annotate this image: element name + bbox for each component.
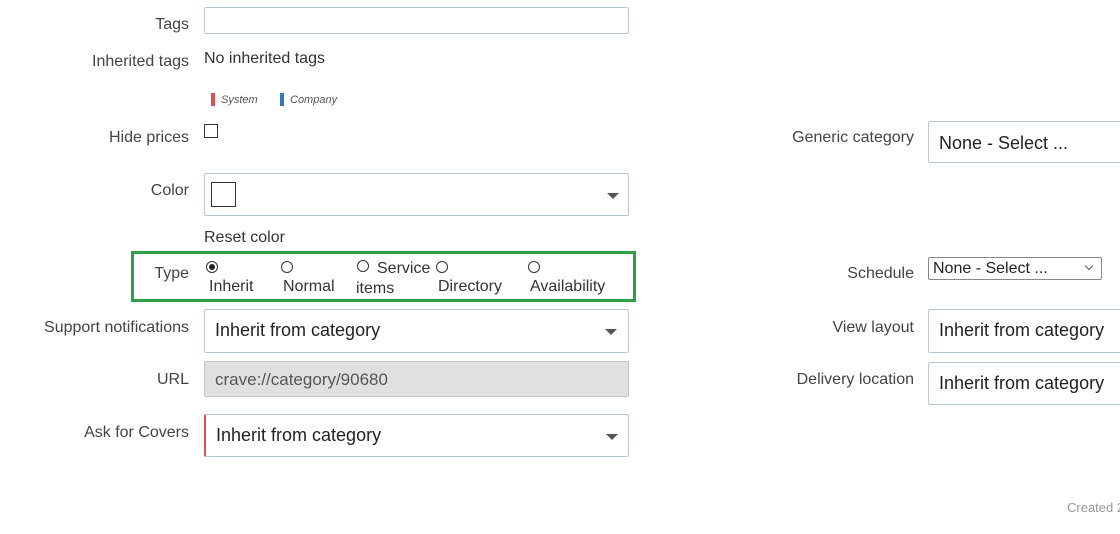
url-field: crave://category/90680	[204, 361, 629, 397]
chevron-down-icon	[605, 329, 617, 335]
delivery-location-select[interactable]: Inherit from category	[928, 362, 1120, 405]
color-picker-select[interactable]	[204, 173, 629, 216]
type-label-service-line1: Service	[377, 260, 431, 277]
inherited-tags-value: No inherited tags	[204, 50, 325, 67]
ask-for-covers-value: Inherit from category	[216, 425, 382, 445]
type-radio-normal[interactable]	[281, 261, 293, 273]
hide-prices-label: Hide prices	[108, 129, 189, 146]
url-value: crave://category/90680	[215, 370, 388, 389]
generic-category-select[interactable]: None - Select ...	[928, 121, 1120, 163]
view-layout-label: View layout	[832, 319, 914, 336]
type-radio-inherit[interactable]	[206, 261, 218, 273]
type-label-normal: Normal	[283, 278, 335, 295]
support-notifications-value: Inherit from category	[215, 320, 381, 340]
schedule-select[interactable]: None - Select ...	[928, 257, 1102, 280]
system-legend-label: System	[221, 94, 258, 106]
type-radio-directory[interactable]	[436, 261, 448, 273]
company-legend-label: Company	[290, 94, 338, 106]
chevron-down-icon	[607, 193, 619, 199]
chevron-down-icon	[1084, 261, 1094, 271]
view-layout-value: Inherit from category	[939, 320, 1105, 340]
tags-input[interactable]	[204, 7, 629, 34]
reset-color-link[interactable]: Reset color	[204, 229, 285, 247]
delivery-location-value: Inherit from category	[939, 373, 1105, 393]
chevron-down-icon	[606, 434, 618, 440]
support-notifications-select[interactable]: Inherit from category	[204, 309, 629, 353]
support-notifications-label: Support notifications	[44, 319, 189, 336]
type-label-availability: Availability	[530, 278, 606, 295]
type-radio-service-items[interactable]	[357, 260, 369, 272]
ask-for-covers-select[interactable]: Inherit from category	[204, 414, 629, 457]
type-label-service-line2: items	[356, 280, 395, 297]
type-label: Type	[154, 265, 189, 282]
color-label: Color	[150, 182, 189, 199]
system-legend-swatch	[211, 93, 215, 106]
view-layout-select[interactable]: Inherit from category	[928, 309, 1120, 353]
schedule-label: Schedule	[847, 265, 914, 282]
generic-category-value: None - Select ...	[939, 133, 1069, 153]
tags-label: Tags	[155, 16, 189, 33]
delivery-location-label: Delivery location	[796, 371, 914, 388]
ask-for-covers-label: Ask for Covers	[84, 424, 189, 441]
company-legend-swatch	[280, 93, 284, 106]
category-edit-form: Tags Inherited tags No inherited tags Sy…	[0, 0, 1120, 534]
created-info: Created 2	[1067, 500, 1120, 515]
type-label-directory: Directory	[438, 278, 503, 295]
type-label-inherit: Inherit	[209, 278, 254, 295]
inherited-tags-label: Inherited tags	[92, 53, 189, 70]
type-radio-availability[interactable]	[528, 261, 540, 273]
schedule-value: None - Select ...	[933, 260, 1048, 277]
url-label: URL	[156, 371, 189, 388]
hide-prices-checkbox[interactable]	[204, 124, 218, 138]
color-swatch	[211, 182, 236, 207]
generic-category-label: Generic category	[792, 129, 914, 146]
